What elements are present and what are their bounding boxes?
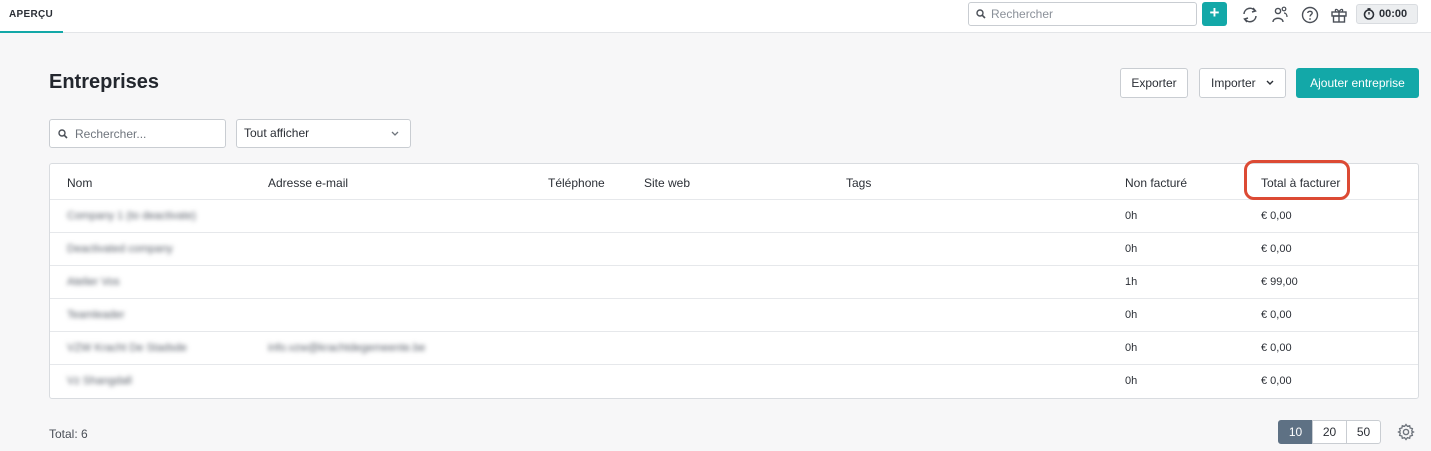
column-header-unbilled[interactable]: Non facturé [1125,176,1187,190]
column-header-website[interactable]: Site web [644,176,690,190]
global-search[interactable] [968,2,1197,26]
total-amount: € 0,00 [1261,243,1292,255]
global-search-input[interactable] [991,6,1191,22]
company-name[interactable]: Atelier Vos [67,276,120,288]
column-header-email[interactable]: Adresse e-mail [268,176,348,190]
table-row[interactable]: Company 1 (to deactivate) 0h € 0,00 [50,199,1418,232]
show-filter-value: Tout afficher [244,126,310,140]
top-bar: APERÇU + 00:00 [0,0,1431,33]
table-row[interactable]: Teamleader 0h € 0,00 [50,298,1418,331]
total-amount: € 0,00 [1261,210,1292,222]
company-name[interactable]: VZW Kracht De Stadsde [67,342,187,354]
company-name[interactable]: Teamleader [67,309,124,321]
gear-icon[interactable] [1397,423,1415,441]
page-size-10[interactable]: 10 [1278,420,1313,444]
total-amount: € 0,00 [1261,375,1292,387]
column-header-phone[interactable]: Téléphone [548,176,605,190]
chevron-down-icon [1266,80,1274,85]
unbilled-hours: 0h [1125,309,1138,321]
quick-add-button[interactable]: + [1202,2,1227,26]
import-button[interactable]: Importer [1199,68,1286,98]
company-email[interactable]: info.vzw@krachtdegemeente.be [268,342,425,354]
timer-value: 00:00 [1379,8,1408,20]
page-size-50[interactable]: 50 [1346,420,1381,444]
unbilled-hours: 0h [1125,243,1138,255]
clock-icon [1363,8,1375,20]
total-column-highlight [1244,160,1350,200]
show-filter-select[interactable]: Tout afficher [236,119,411,148]
sync-icon[interactable] [1240,5,1260,25]
search-icon [976,9,986,19]
total-amount: € 0,00 [1261,309,1292,321]
unbilled-hours: 1h [1125,276,1138,288]
total-count: Total: 6 [49,427,88,441]
timer-button[interactable]: 00:00 [1356,4,1418,24]
export-button[interactable]: Exporter [1120,68,1188,98]
unbilled-hours: 0h [1125,210,1138,222]
page-size-20[interactable]: 20 [1312,420,1347,444]
tab-apercu[interactable]: APERÇU [0,0,63,33]
table-row[interactable]: Deactivated company 0h € 0,00 [50,232,1418,265]
column-header-tags[interactable]: Tags [846,176,871,190]
gift-icon[interactable] [1329,5,1349,25]
users-icon[interactable] [1270,5,1290,25]
total-amount: € 0,00 [1261,342,1292,354]
column-header-name[interactable]: Nom [67,176,92,190]
company-search[interactable] [49,119,226,148]
chevron-down-icon [391,131,399,136]
company-search-input[interactable] [75,126,220,142]
add-company-button[interactable]: Ajouter entreprise [1296,68,1419,98]
page-title: Entreprises [49,71,160,93]
table-row[interactable]: Vz Shangdall 0h € 0,00 [50,364,1418,397]
table-row[interactable]: Atelier Vos 1h € 99,00 [50,265,1418,298]
company-name[interactable]: Company 1 (to deactivate) [67,210,196,222]
company-name[interactable]: Deactivated company [67,243,173,255]
import-button-label: Importer [1211,76,1256,90]
company-name[interactable]: Vz Shangdall [67,375,132,387]
page-size-selector: 10 20 50 [1278,420,1381,444]
help-icon[interactable] [1300,5,1320,25]
search-icon [58,129,68,139]
companies-table: Nom Adresse e-mail Téléphone Site web Ta… [49,163,1419,399]
total-amount: € 99,00 [1261,276,1298,288]
table-row[interactable]: VZW Kracht De Stadsde info.vzw@krachtdeg… [50,331,1418,364]
unbilled-hours: 0h [1125,342,1138,354]
unbilled-hours: 0h [1125,375,1138,387]
